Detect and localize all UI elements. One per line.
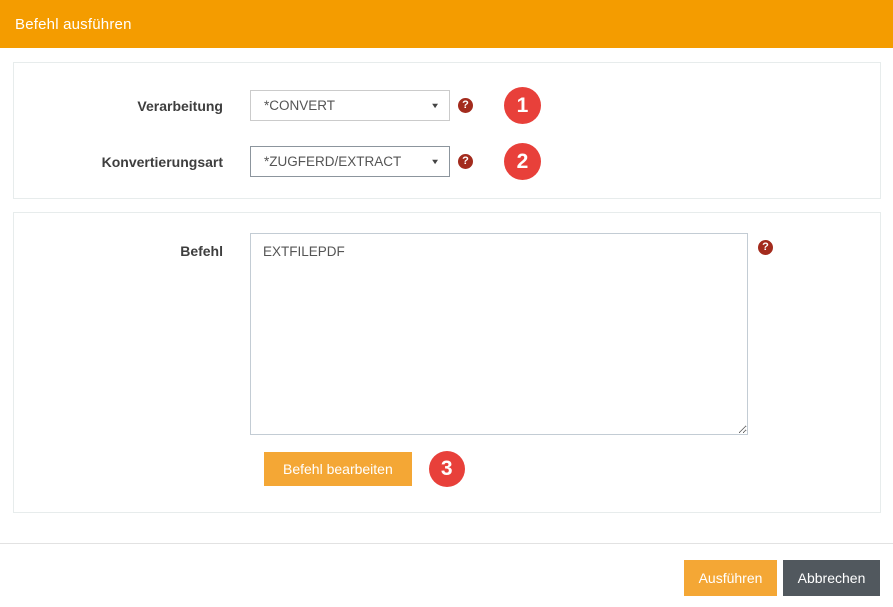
verarbeitung-select[interactable]: *CONVERT ▼ — [250, 90, 450, 121]
step-badge-1: 1 — [504, 87, 541, 124]
befehl-label: Befehl — [14, 233, 223, 259]
abbrechen-button[interactable]: Abbrechen — [783, 560, 880, 596]
verarbeitung-help-icon[interactable]: ? — [458, 98, 473, 113]
befehl-bearbeiten-button[interactable]: Befehl bearbeiten — [264, 452, 412, 486]
verarbeitung-select-value: *CONVERT — [264, 98, 335, 113]
konvertierungsart-select[interactable]: *ZUGFERD/EXTRACT ▼ — [250, 146, 450, 177]
befehl-row: Befehl EXTFILEPDF ? — [14, 233, 880, 435]
chevron-down-icon: ▼ — [430, 157, 440, 165]
dialog-footer: Ausführen Abbrechen — [0, 543, 893, 596]
konvertierungsart-label: Konvertierungsart — [14, 154, 223, 170]
befehl-help-icon[interactable]: ? — [758, 240, 773, 255]
dialog-title: Befehl ausführen — [15, 16, 132, 33]
befehl-textarea[interactable]: EXTFILEPDF — [250, 233, 748, 435]
konvertierungsart-help-icon[interactable]: ? — [458, 154, 473, 169]
step-badge-3: 3 — [429, 451, 465, 487]
konvertierungsart-select-value: *ZUGFERD/EXTRACT — [264, 154, 401, 169]
verarbeitung-label: Verarbeitung — [14, 98, 223, 114]
dialog-header: Befehl ausführen — [0, 0, 893, 48]
selection-panel: Verarbeitung *CONVERT ▼ ? 1 Konvertierun… — [13, 62, 881, 199]
ausfuehren-button[interactable]: Ausführen — [684, 560, 777, 596]
edit-button-row: Befehl bearbeiten 3 — [264, 451, 880, 487]
step-badge-2: 2 — [504, 143, 541, 180]
command-panel: Befehl EXTFILEPDF ? Befehl bearbeiten 3 — [13, 212, 881, 513]
konvertierungsart-row: Konvertierungsart *ZUGFERD/EXTRACT ▼ ? 2 — [14, 143, 880, 180]
chevron-down-icon: ▼ — [430, 101, 440, 109]
verarbeitung-row: Verarbeitung *CONVERT ▼ ? 1 — [14, 87, 880, 124]
